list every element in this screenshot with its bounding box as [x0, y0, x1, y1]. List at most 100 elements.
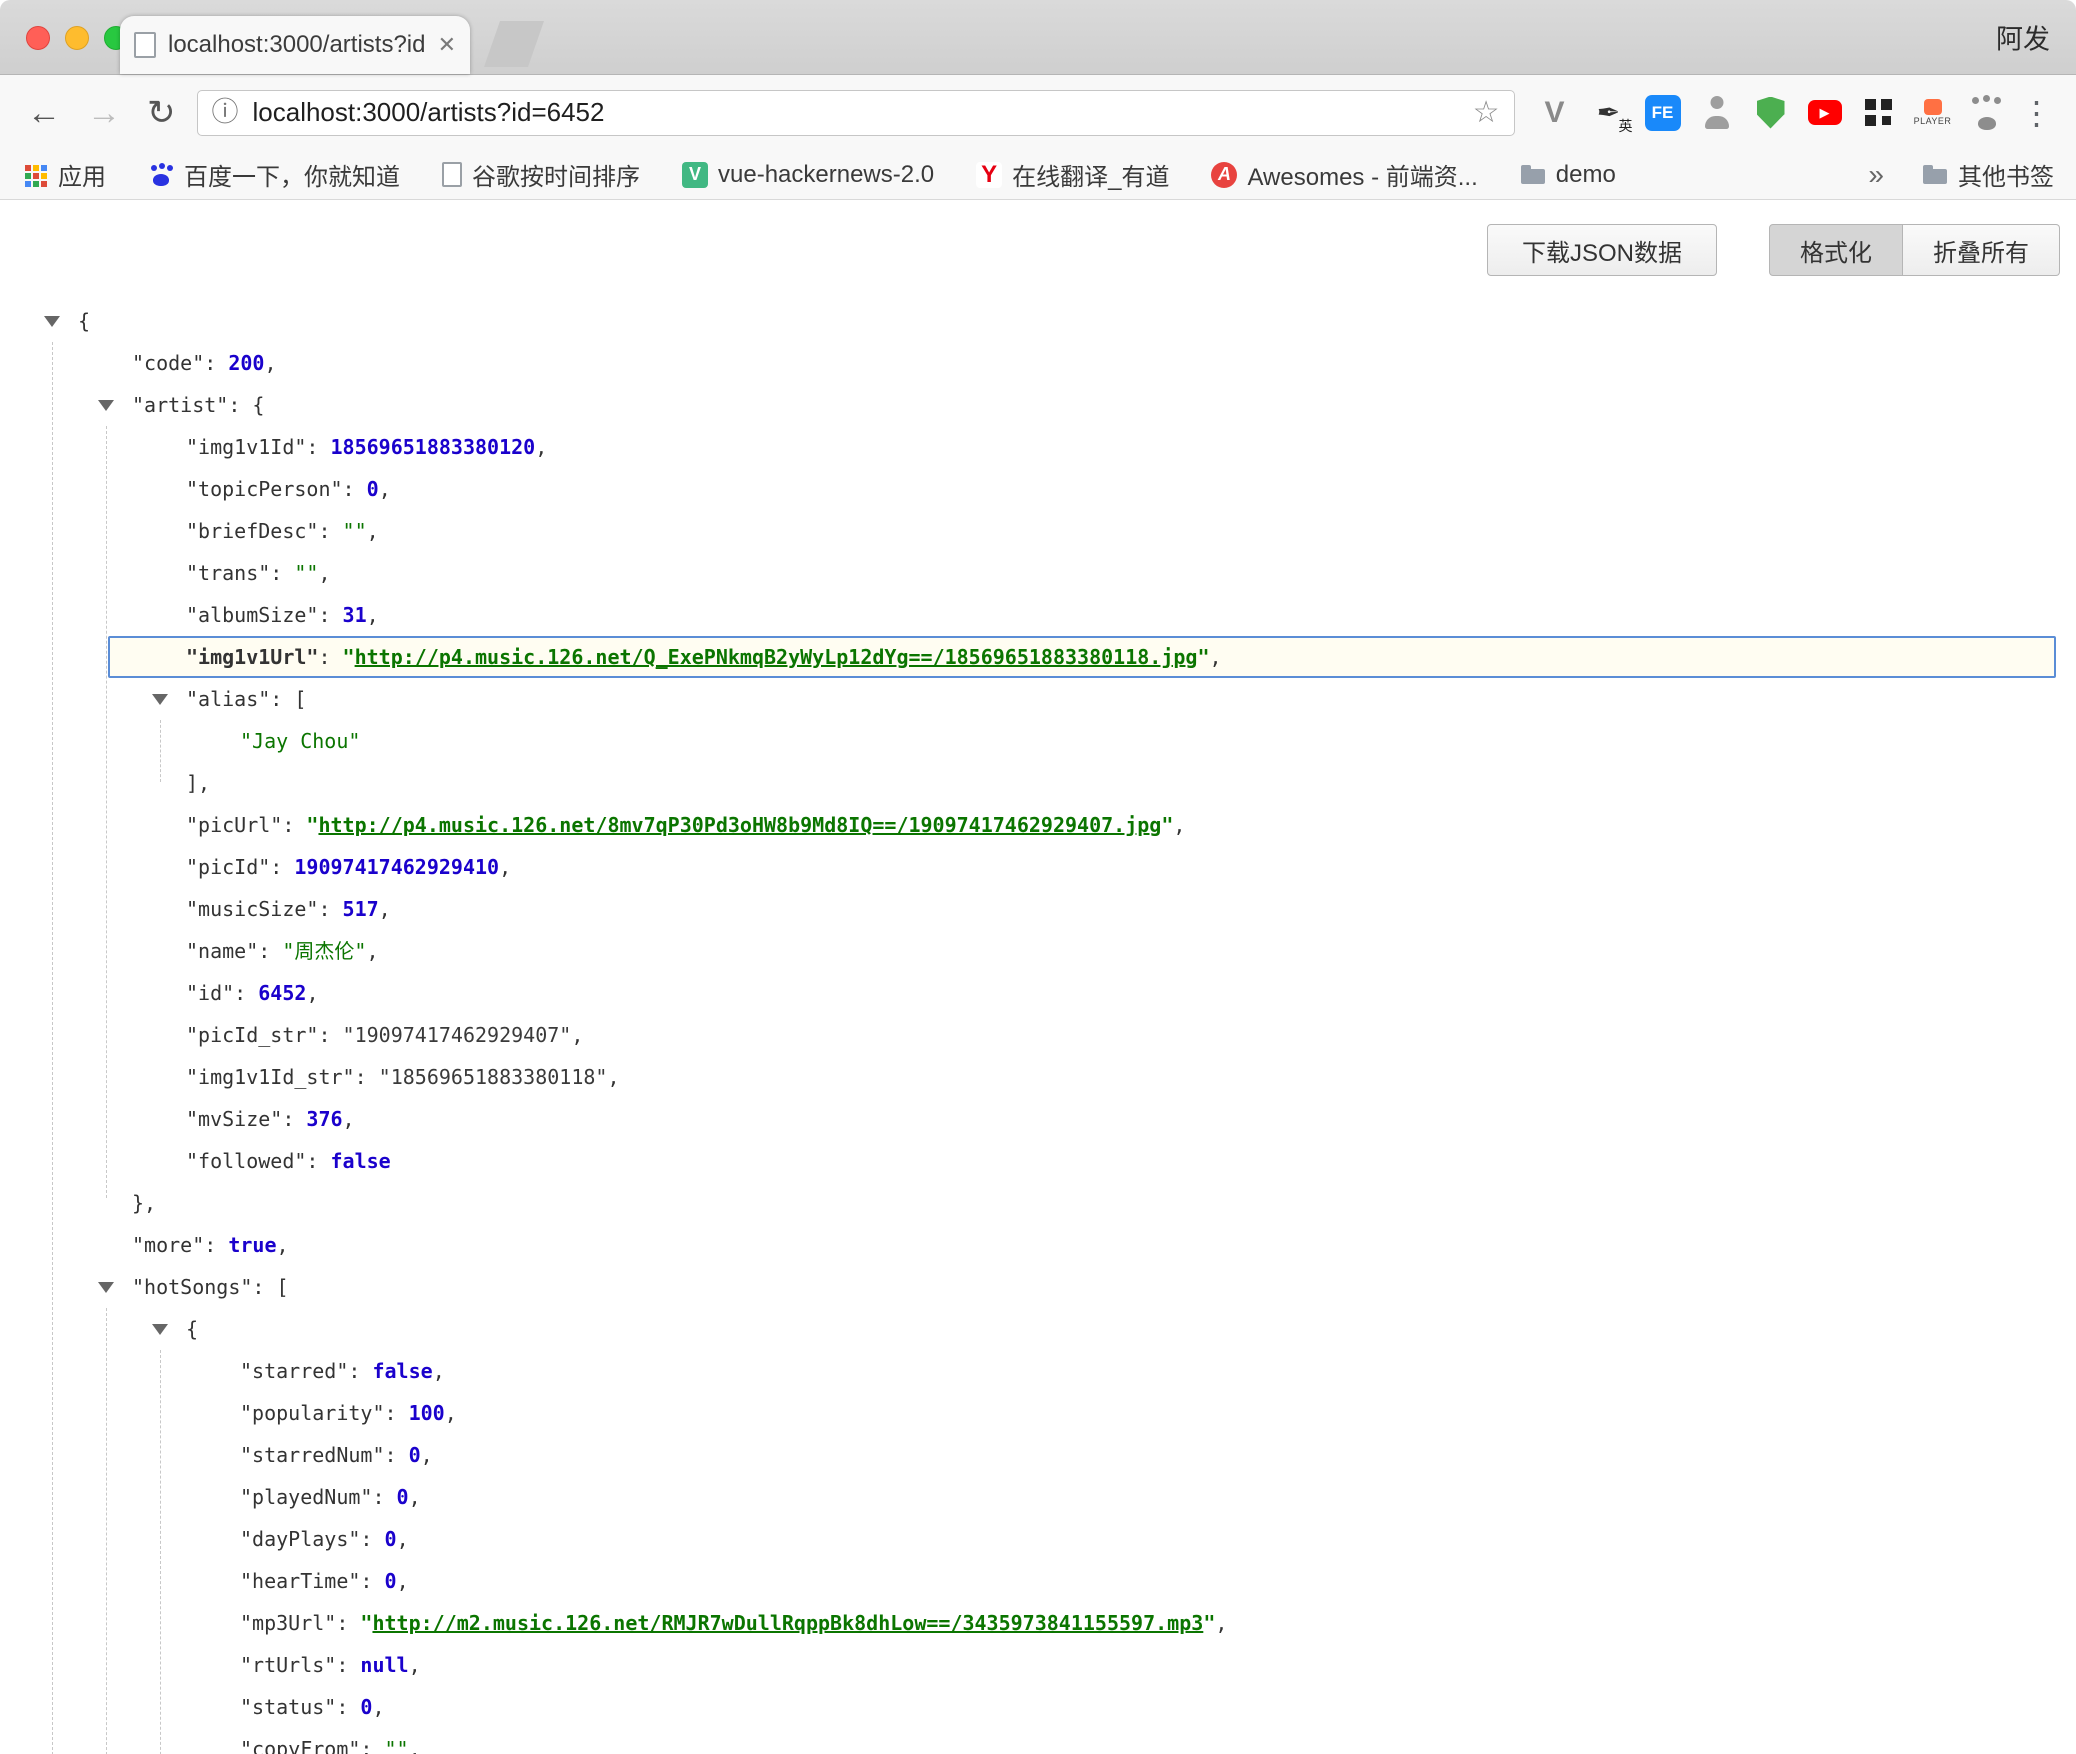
bookmark-item[interactable]: Y在线翻译_有道: [976, 157, 1169, 192]
json-line-alias: "alias": [: [0, 678, 2076, 720]
chrome-profile-name[interactable]: 阿发: [1996, 18, 2050, 57]
bookmarks-right: » 其他书签: [1868, 157, 2054, 192]
shield-extension-icon[interactable]: [1747, 92, 1795, 134]
bookmarks-bar: 应用 百度一下，你就知道 谷歌按时间排序 Vvue-hackernews-2.0 Y在线…: [0, 150, 2076, 200]
json-key: "hotSongs": [132, 1275, 252, 1299]
json-value: 31: [343, 603, 367, 627]
player-extension-icon[interactable]: PLAYER: [1909, 92, 1957, 134]
json-key: "img1v1Url": [186, 645, 318, 669]
json-comma: ,: [318, 561, 330, 585]
json-comma: ,: [367, 519, 379, 543]
bookmark-item[interactable]: AAwesomes - 前端资...: [1211, 157, 1477, 192]
other-bookmarks-label: 其他书签: [1958, 157, 2054, 192]
json-line: },: [0, 1182, 2076, 1224]
json-line-followed: "followed": false: [0, 1140, 2076, 1182]
collapse-toggle-icon[interactable]: [98, 400, 114, 411]
reload-icon[interactable]: ↻: [147, 96, 176, 130]
bookmark-item[interactable]: 百度一下，你就知道: [148, 157, 400, 192]
json-key: "albumSize": [186, 603, 318, 627]
format-button[interactable]: 格式化: [1769, 224, 1903, 276]
json-key: "artist": [132, 393, 228, 417]
navigation-bar: ← → ↻ ⓘ localhost:3000/artists?id=6452 ☆…: [0, 75, 2076, 150]
url-text[interactable]: localhost:3000/artists?id=6452: [253, 97, 1473, 128]
browser-tab[interactable]: localhost:3000/artists?id=645 ✕: [120, 16, 470, 74]
close-window-button[interactable]: [26, 26, 50, 50]
json-colon: :: [228, 393, 252, 417]
json-punct: [: [277, 1275, 289, 1299]
bookmark-item[interactable]: demo: [1520, 161, 1616, 189]
profile-extension-icon[interactable]: [1693, 92, 1741, 134]
page-info-icon[interactable]: ⓘ: [212, 99, 239, 126]
json-url-link[interactable]: http://p4.music.126.net/8mv7qP30Pd3oHW8b…: [318, 813, 1161, 837]
json-line: {: [0, 300, 2076, 342]
forward-icon[interactable]: →: [87, 96, 121, 130]
bookmark-item[interactable]: Vvue-hackernews-2.0: [682, 161, 934, 189]
json-value: 0: [397, 1485, 409, 1509]
json-value: false: [331, 1149, 391, 1173]
youtube-extension-icon[interactable]: ▶: [1801, 92, 1849, 134]
json-punct: },: [132, 1191, 156, 1215]
json-line-trans: "trans": "",: [0, 552, 2076, 594]
bookmark-star-icon[interactable]: ☆: [1473, 98, 1500, 128]
collapse-toggle-icon[interactable]: [98, 1282, 114, 1293]
collapse-toggle-icon[interactable]: [152, 1324, 168, 1335]
bookmark-item[interactable]: 谷歌按时间排序: [442, 157, 640, 192]
json-comma: ,: [1173, 813, 1185, 837]
json-key: "playedNum": [240, 1485, 372, 1509]
json-comma: ,: [499, 855, 511, 879]
json-comma: ,: [397, 1569, 409, 1593]
json-line-playedNum: "playedNum": 0,: [0, 1476, 2076, 1518]
json-line: {: [0, 1308, 2076, 1350]
paw-extension-icon[interactable]: [1963, 92, 2011, 134]
json-colon: :: [385, 1401, 409, 1425]
json-comma: ,: [397, 1527, 409, 1551]
json-value: 0: [367, 477, 379, 501]
json-value: "Jay Chou": [240, 729, 360, 753]
json-colon: :: [336, 1611, 360, 1635]
page-icon: [442, 162, 462, 187]
json-key: "hearTime": [240, 1569, 360, 1593]
json-colon: :: [348, 1359, 372, 1383]
minimize-window-button[interactable]: [65, 26, 89, 50]
json-key: "picId": [186, 855, 270, 879]
json-quote: ": [1161, 813, 1173, 837]
fehelper-extension-icon[interactable]: FE: [1645, 95, 1681, 131]
fehelper-extension-glyph: FE: [1652, 103, 1674, 123]
json-url-link[interactable]: http://p4.music.126.net/Q_ExePNkmqB2yWyL…: [355, 645, 1198, 669]
collapse-all-button[interactable]: 折叠所有: [1903, 224, 2060, 276]
json-line-artist: "artist": {: [0, 384, 2076, 426]
address-bar[interactable]: ⓘ localhost:3000/artists?id=6452 ☆: [197, 90, 1515, 136]
json-key: "followed": [186, 1149, 306, 1173]
bookmark-item[interactable]: 应用: [22, 157, 106, 192]
new-tab-button[interactable]: [484, 21, 544, 67]
json-colon: :: [318, 603, 342, 627]
v-extension-icon[interactable]: V: [1531, 92, 1579, 134]
json-comma: ,: [264, 351, 276, 375]
json-colon: :: [270, 561, 294, 585]
json-key: "mvSize": [186, 1107, 282, 1131]
json-line-rtUrls: "rtUrls": null,: [0, 1644, 2076, 1686]
json-quote: ": [1197, 645, 1209, 669]
back-icon[interactable]: ←: [27, 96, 61, 130]
collapse-toggle-icon[interactable]: [44, 316, 60, 327]
tab-close-icon[interactable]: ✕: [438, 32, 456, 58]
collapse-toggle-icon[interactable]: [152, 694, 168, 705]
download-json-button[interactable]: 下载JSON数据: [1487, 224, 1717, 276]
json-colon: :: [336, 1695, 360, 1719]
json-colon: :: [306, 435, 330, 459]
json-url-link[interactable]: http://m2.music.126.net/RMJR7wDullRqppBk…: [372, 1611, 1203, 1635]
pen-extension-icon[interactable]: ✒英: [1585, 92, 1633, 134]
json-toolbar: 下载JSON数据 格式化 折叠所有: [0, 200, 2076, 276]
json-punct: [: [294, 687, 306, 711]
json-key: "picUrl": [186, 813, 282, 837]
bookmark-label: 应用: [58, 157, 106, 192]
other-bookmarks-folder[interactable]: 其他书签: [1922, 157, 2054, 192]
qrcode-extension-icon[interactable]: [1855, 92, 1903, 134]
bookmark-label: Awesomes - 前端资...: [1247, 157, 1477, 192]
v-extension-glyph: V: [1544, 96, 1564, 130]
browser-menu-icon[interactable]: ⋮: [2021, 97, 2053, 129]
bookmarks-overflow-icon[interactable]: »: [1868, 159, 1884, 191]
json-key: "dayPlays": [240, 1527, 360, 1551]
json-value: 376: [306, 1107, 342, 1131]
json-key: "musicSize": [186, 897, 318, 921]
